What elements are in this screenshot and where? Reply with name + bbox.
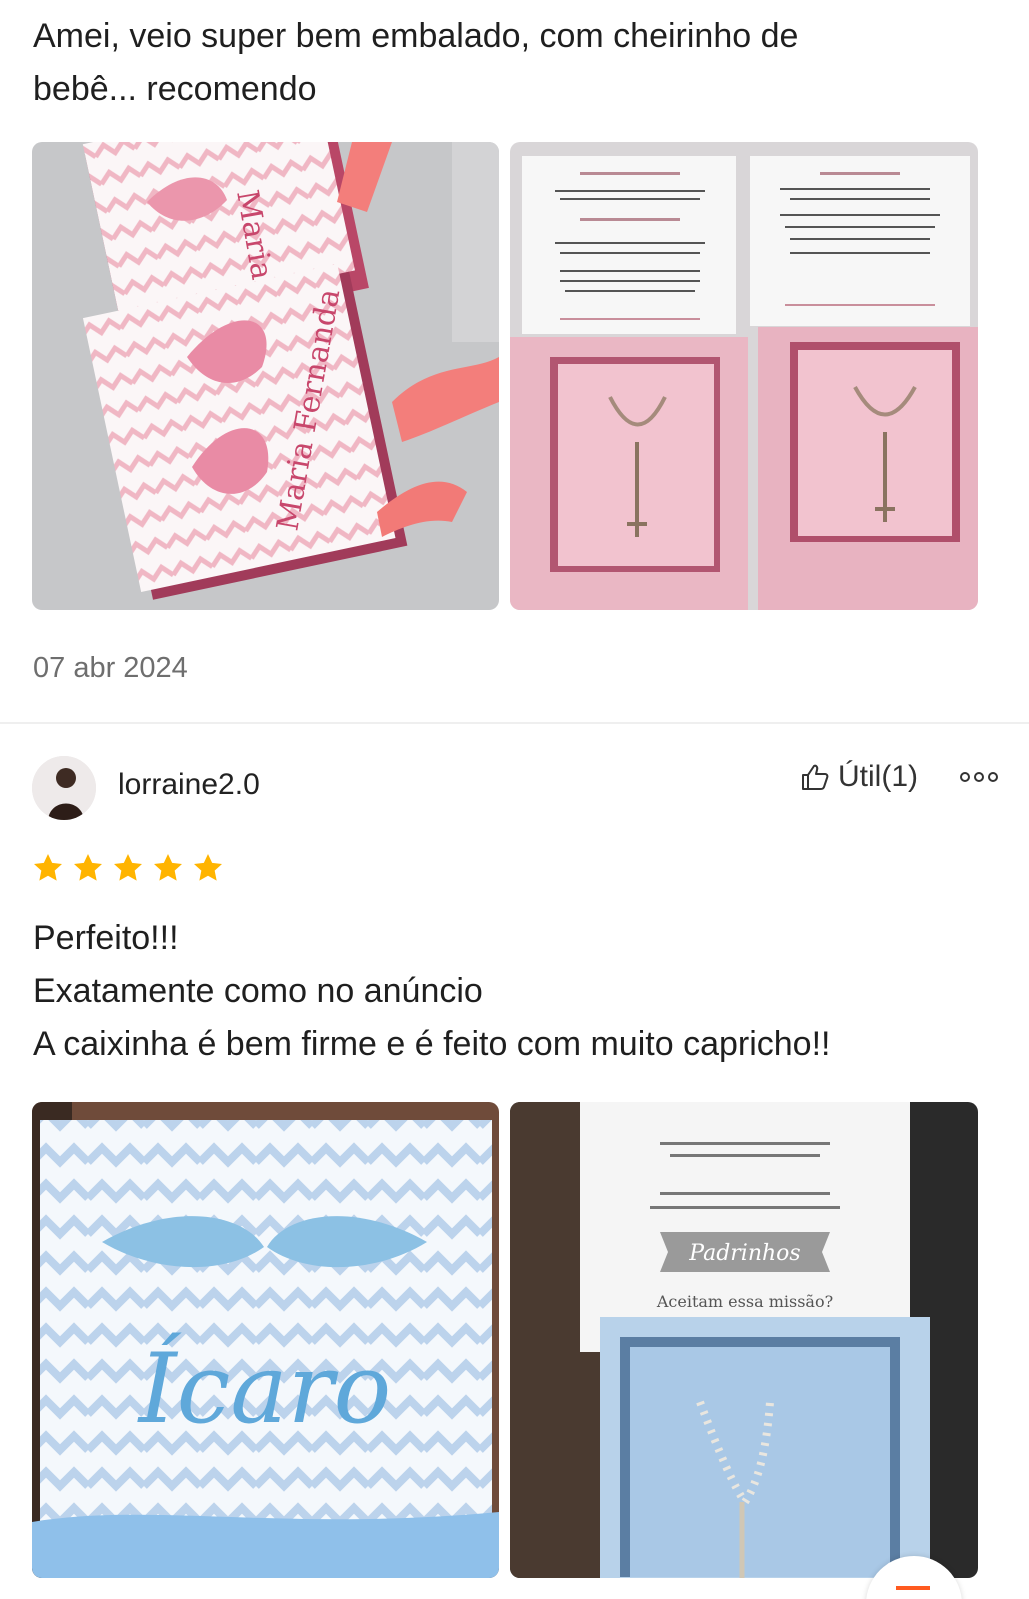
helpful-label: Útil(1): [838, 760, 918, 793]
star-rating: [32, 852, 224, 884]
review-photo-3-image: Ícaro: [32, 1102, 499, 1578]
star-icon: [34, 854, 62, 881]
review-photo-3[interactable]: Ícaro: [32, 1102, 499, 1578]
box-name: Ícaro: [137, 1333, 392, 1445]
thumbs-up-icon: [802, 764, 829, 790]
review-photo-1-image: Maria Maria Fernanda: [32, 142, 499, 610]
review-divider: [0, 722, 1029, 724]
review-text-line-2: Exatamente como no anúncio: [33, 972, 483, 1010]
star-icon: [194, 854, 222, 881]
more-options-icon[interactable]: [960, 772, 998, 782]
review-text-line-1: Perfeito!!!: [33, 919, 179, 957]
star-icon: [74, 854, 102, 881]
review-photo-2[interactable]: [510, 142, 978, 610]
card-question: Aceitam essa missão?: [656, 1292, 833, 1311]
avatar-image: [32, 756, 96, 820]
helpful-button[interactable]: Útil(1): [800, 760, 918, 794]
review-date: 07 abr 2024: [33, 652, 188, 684]
dot-icon: [988, 772, 998, 782]
review-photo-4[interactable]: Padrinhos Aceitam essa missão?: [510, 1102, 978, 1578]
review-photo-2-image: [510, 142, 978, 610]
review-text-line-2: bebê... recomendo: [33, 70, 317, 108]
review-text-line-1: Amei, veio super bem embalado, com cheir…: [33, 17, 799, 55]
review-text-line-3: A caixinha é bem firme e é feito com mui…: [33, 1025, 831, 1063]
card-word: Padrinhos: [688, 1241, 800, 1266]
dot-icon: [960, 772, 970, 782]
review-photo-1[interactable]: Maria Maria Fernanda: [32, 142, 499, 610]
star-icon: [154, 854, 182, 881]
star-icon: [114, 854, 142, 881]
review-username[interactable]: lorraine2.0: [118, 768, 260, 802]
review-photo-4-image: Padrinhos Aceitam essa missão?: [510, 1102, 978, 1578]
dot-icon: [974, 772, 984, 782]
avatar[interactable]: [32, 756, 96, 820]
